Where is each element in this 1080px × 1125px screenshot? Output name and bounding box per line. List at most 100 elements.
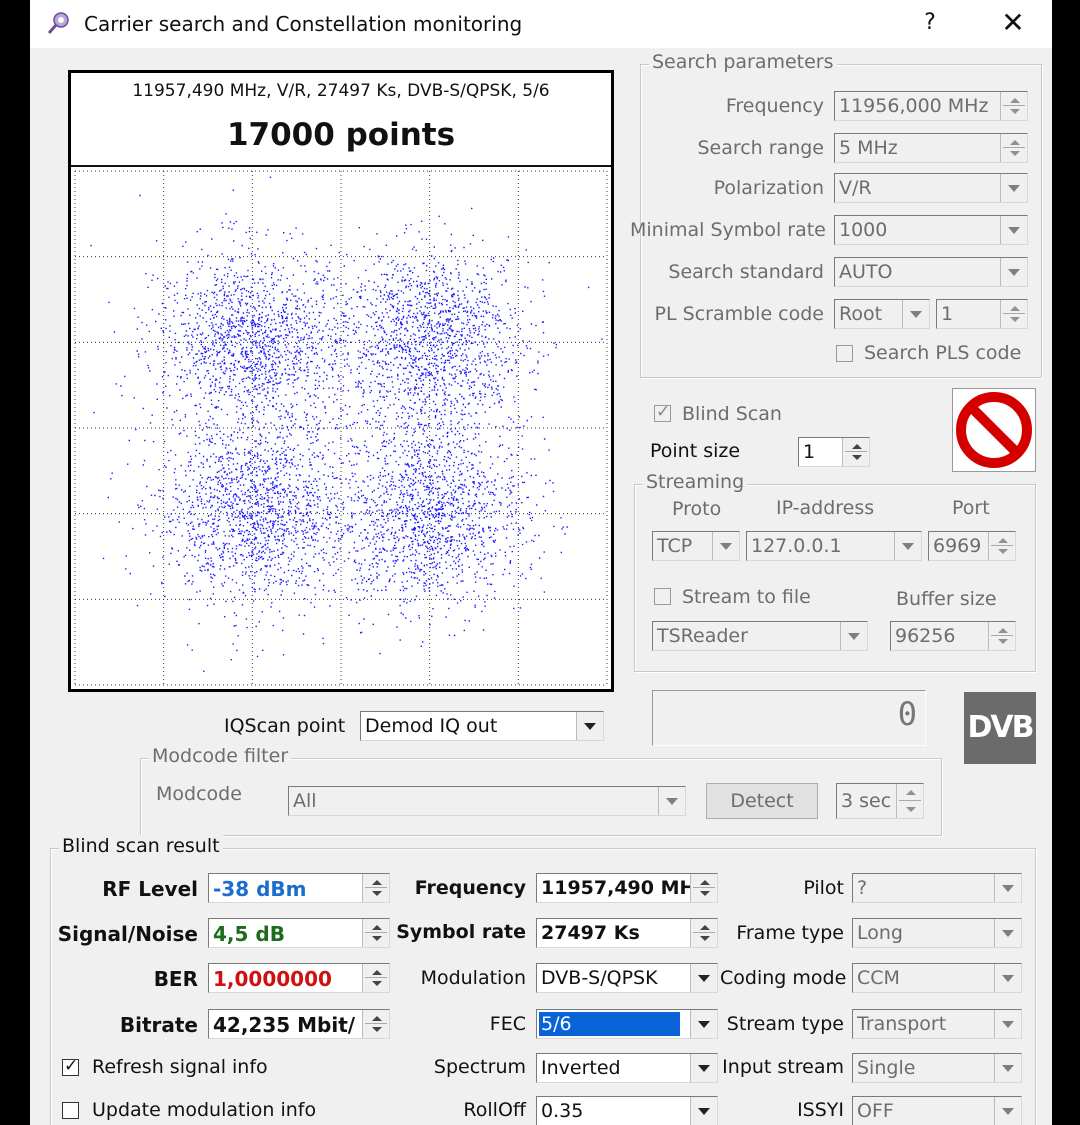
issyi-label: ISSYI bbox=[797, 1099, 844, 1121]
spectrum-select[interactable]: Inverted bbox=[536, 1053, 718, 1083]
chevron-down-icon[interactable] bbox=[712, 532, 739, 560]
coding-mode-value: CCM bbox=[857, 967, 900, 989]
chevron-down-icon[interactable] bbox=[994, 874, 1021, 902]
spin-icon[interactable] bbox=[1000, 300, 1027, 328]
symbol-rate-field[interactable]: 27497 Ks bbox=[536, 918, 718, 948]
rolloff-select[interactable]: 0.35 bbox=[536, 1096, 718, 1125]
search-pls-checkbox[interactable] bbox=[836, 345, 853, 362]
issyi-select[interactable]: OFF bbox=[852, 1096, 1022, 1125]
update-modulation-checkbox[interactable] bbox=[62, 1102, 79, 1119]
modulation-select[interactable]: DVB-S/QPSK bbox=[536, 963, 718, 993]
chevron-down-icon[interactable] bbox=[1000, 258, 1027, 286]
buffer-size-value: 96256 bbox=[895, 625, 956, 647]
issyi-value: OFF bbox=[857, 1100, 894, 1122]
spin-icon[interactable] bbox=[362, 874, 389, 902]
polarization-select[interactable]: V/R bbox=[834, 173, 1028, 203]
proto-select[interactable]: TCP bbox=[652, 531, 740, 561]
rf-level-field[interactable]: -38 dBm bbox=[208, 873, 390, 903]
reader-select[interactable]: TSReader bbox=[652, 621, 868, 651]
ber-label: BER bbox=[153, 967, 198, 991]
spin-icon[interactable] bbox=[690, 874, 717, 902]
result-frequency-field[interactable]: 11957,490 MH: bbox=[536, 873, 718, 903]
point-size-field[interactable]: 1 bbox=[798, 437, 870, 467]
ber-field[interactable]: 1,0000000 bbox=[208, 963, 390, 993]
chevron-down-icon[interactable] bbox=[840, 622, 867, 650]
buffer-size-field[interactable]: 96256 bbox=[890, 621, 1016, 651]
input-stream-select[interactable]: Single bbox=[852, 1053, 1022, 1083]
pilot-select[interactable]: ? bbox=[852, 873, 1022, 903]
refresh-signal-checkbox[interactable] bbox=[62, 1056, 79, 1076]
chevron-down-icon[interactable] bbox=[690, 1054, 717, 1082]
frame-type-select[interactable]: Long bbox=[852, 918, 1022, 948]
pl-scramble-code-field[interactable]: 1 bbox=[936, 299, 1028, 329]
chevron-down-icon[interactable] bbox=[1000, 216, 1027, 244]
spin-icon[interactable] bbox=[690, 919, 717, 947]
chevron-down-icon[interactable] bbox=[994, 1010, 1021, 1038]
signal-noise-field[interactable]: 4,5 dB bbox=[208, 918, 390, 948]
ip-address-value: 127.0.0.1 bbox=[751, 535, 842, 557]
fec-label: FEC bbox=[489, 1013, 526, 1035]
search-standard-value: AUTO bbox=[839, 261, 893, 283]
spin-icon[interactable] bbox=[842, 438, 869, 466]
chevron-down-icon[interactable] bbox=[994, 919, 1021, 947]
chevron-down-icon[interactable] bbox=[690, 1010, 717, 1038]
detect-button[interactable]: Detect bbox=[706, 783, 818, 819]
spin-icon[interactable] bbox=[1000, 92, 1027, 120]
help-button[interactable]: ? bbox=[918, 10, 942, 35]
spin-icon[interactable] bbox=[362, 919, 389, 947]
ip-address-select[interactable]: 127.0.0.1 bbox=[746, 531, 922, 561]
blind-scan-label: Blind Scan bbox=[682, 403, 782, 425]
chevron-down-icon[interactable] bbox=[658, 787, 685, 815]
stream-type-label: Stream type bbox=[726, 1013, 844, 1035]
port-value: 6969 bbox=[933, 535, 982, 557]
pl-scramble-mode-select[interactable]: Root bbox=[834, 299, 930, 329]
streaming-title: Streaming bbox=[643, 471, 748, 493]
frequency-label: Frequency bbox=[725, 95, 824, 117]
search-frequency-field[interactable]: 11956,000 MHz bbox=[834, 91, 1028, 121]
close-button[interactable]: ✕ bbox=[998, 6, 1028, 40]
chevron-down-icon[interactable] bbox=[690, 964, 717, 992]
stop-button[interactable] bbox=[952, 388, 1036, 472]
chevron-down-icon[interactable] bbox=[894, 532, 921, 560]
chevron-down-icon[interactable] bbox=[994, 964, 1021, 992]
port-field[interactable]: 6969 bbox=[928, 531, 1016, 561]
update-modulation-label: Update modulation info bbox=[92, 1099, 317, 1121]
modcode-select[interactable]: All bbox=[288, 786, 686, 816]
signal-noise-label: Signal/Noise bbox=[57, 922, 198, 946]
pl-scramble-label: PL Scramble code bbox=[654, 303, 824, 325]
spin-icon[interactable] bbox=[896, 784, 923, 818]
search-range-field[interactable]: 5 MHz bbox=[834, 133, 1028, 163]
detect-interval-field[interactable]: 3 sec bbox=[836, 783, 924, 819]
rf-level-value: -38 dBm bbox=[213, 877, 307, 901]
satellite-app-icon bbox=[47, 12, 69, 34]
chevron-down-icon[interactable] bbox=[576, 712, 603, 740]
stream-type-select[interactable]: Transport bbox=[852, 1009, 1022, 1039]
chevron-down-icon[interactable] bbox=[690, 1097, 717, 1125]
modulation-value: DVB-S/QPSK bbox=[541, 967, 658, 989]
chevron-down-icon[interactable] bbox=[994, 1054, 1021, 1082]
spin-icon[interactable] bbox=[362, 964, 389, 992]
blind-scan-checkbox[interactable] bbox=[654, 402, 671, 422]
spin-icon[interactable] bbox=[988, 532, 1015, 560]
plot-title: 17000 points bbox=[226, 117, 456, 153]
chevron-down-icon[interactable] bbox=[994, 1097, 1021, 1125]
input-stream-value: Single bbox=[857, 1057, 916, 1079]
chevron-down-icon[interactable] bbox=[1000, 174, 1027, 202]
min-symbol-rate-select[interactable]: 1000 bbox=[834, 215, 1028, 245]
spin-icon[interactable] bbox=[1000, 134, 1027, 162]
stop-icon bbox=[956, 392, 1032, 468]
spin-icon[interactable] bbox=[988, 622, 1015, 650]
fec-select[interactable]: 5/6 bbox=[536, 1009, 718, 1039]
chevron-down-icon[interactable] bbox=[902, 300, 929, 328]
coding-mode-select[interactable]: CCM bbox=[852, 963, 1022, 993]
spin-icon[interactable] bbox=[362, 1010, 389, 1038]
iqscan-select[interactable]: Demod IQ out bbox=[360, 711, 604, 741]
bitrate-field[interactable]: 42,235 Mbit/ bbox=[208, 1009, 390, 1039]
ber-value: 1,0000000 bbox=[213, 967, 332, 991]
ip-address-label: IP-address bbox=[776, 497, 875, 519]
fec-value: 5/6 bbox=[539, 1012, 680, 1036]
stream-to-file-checkbox[interactable] bbox=[654, 588, 671, 605]
search-standard-select[interactable]: AUTO bbox=[834, 257, 1028, 287]
search-pls-label: Search PLS code bbox=[864, 342, 1022, 364]
bitrate-label: Bitrate bbox=[119, 1013, 198, 1037]
